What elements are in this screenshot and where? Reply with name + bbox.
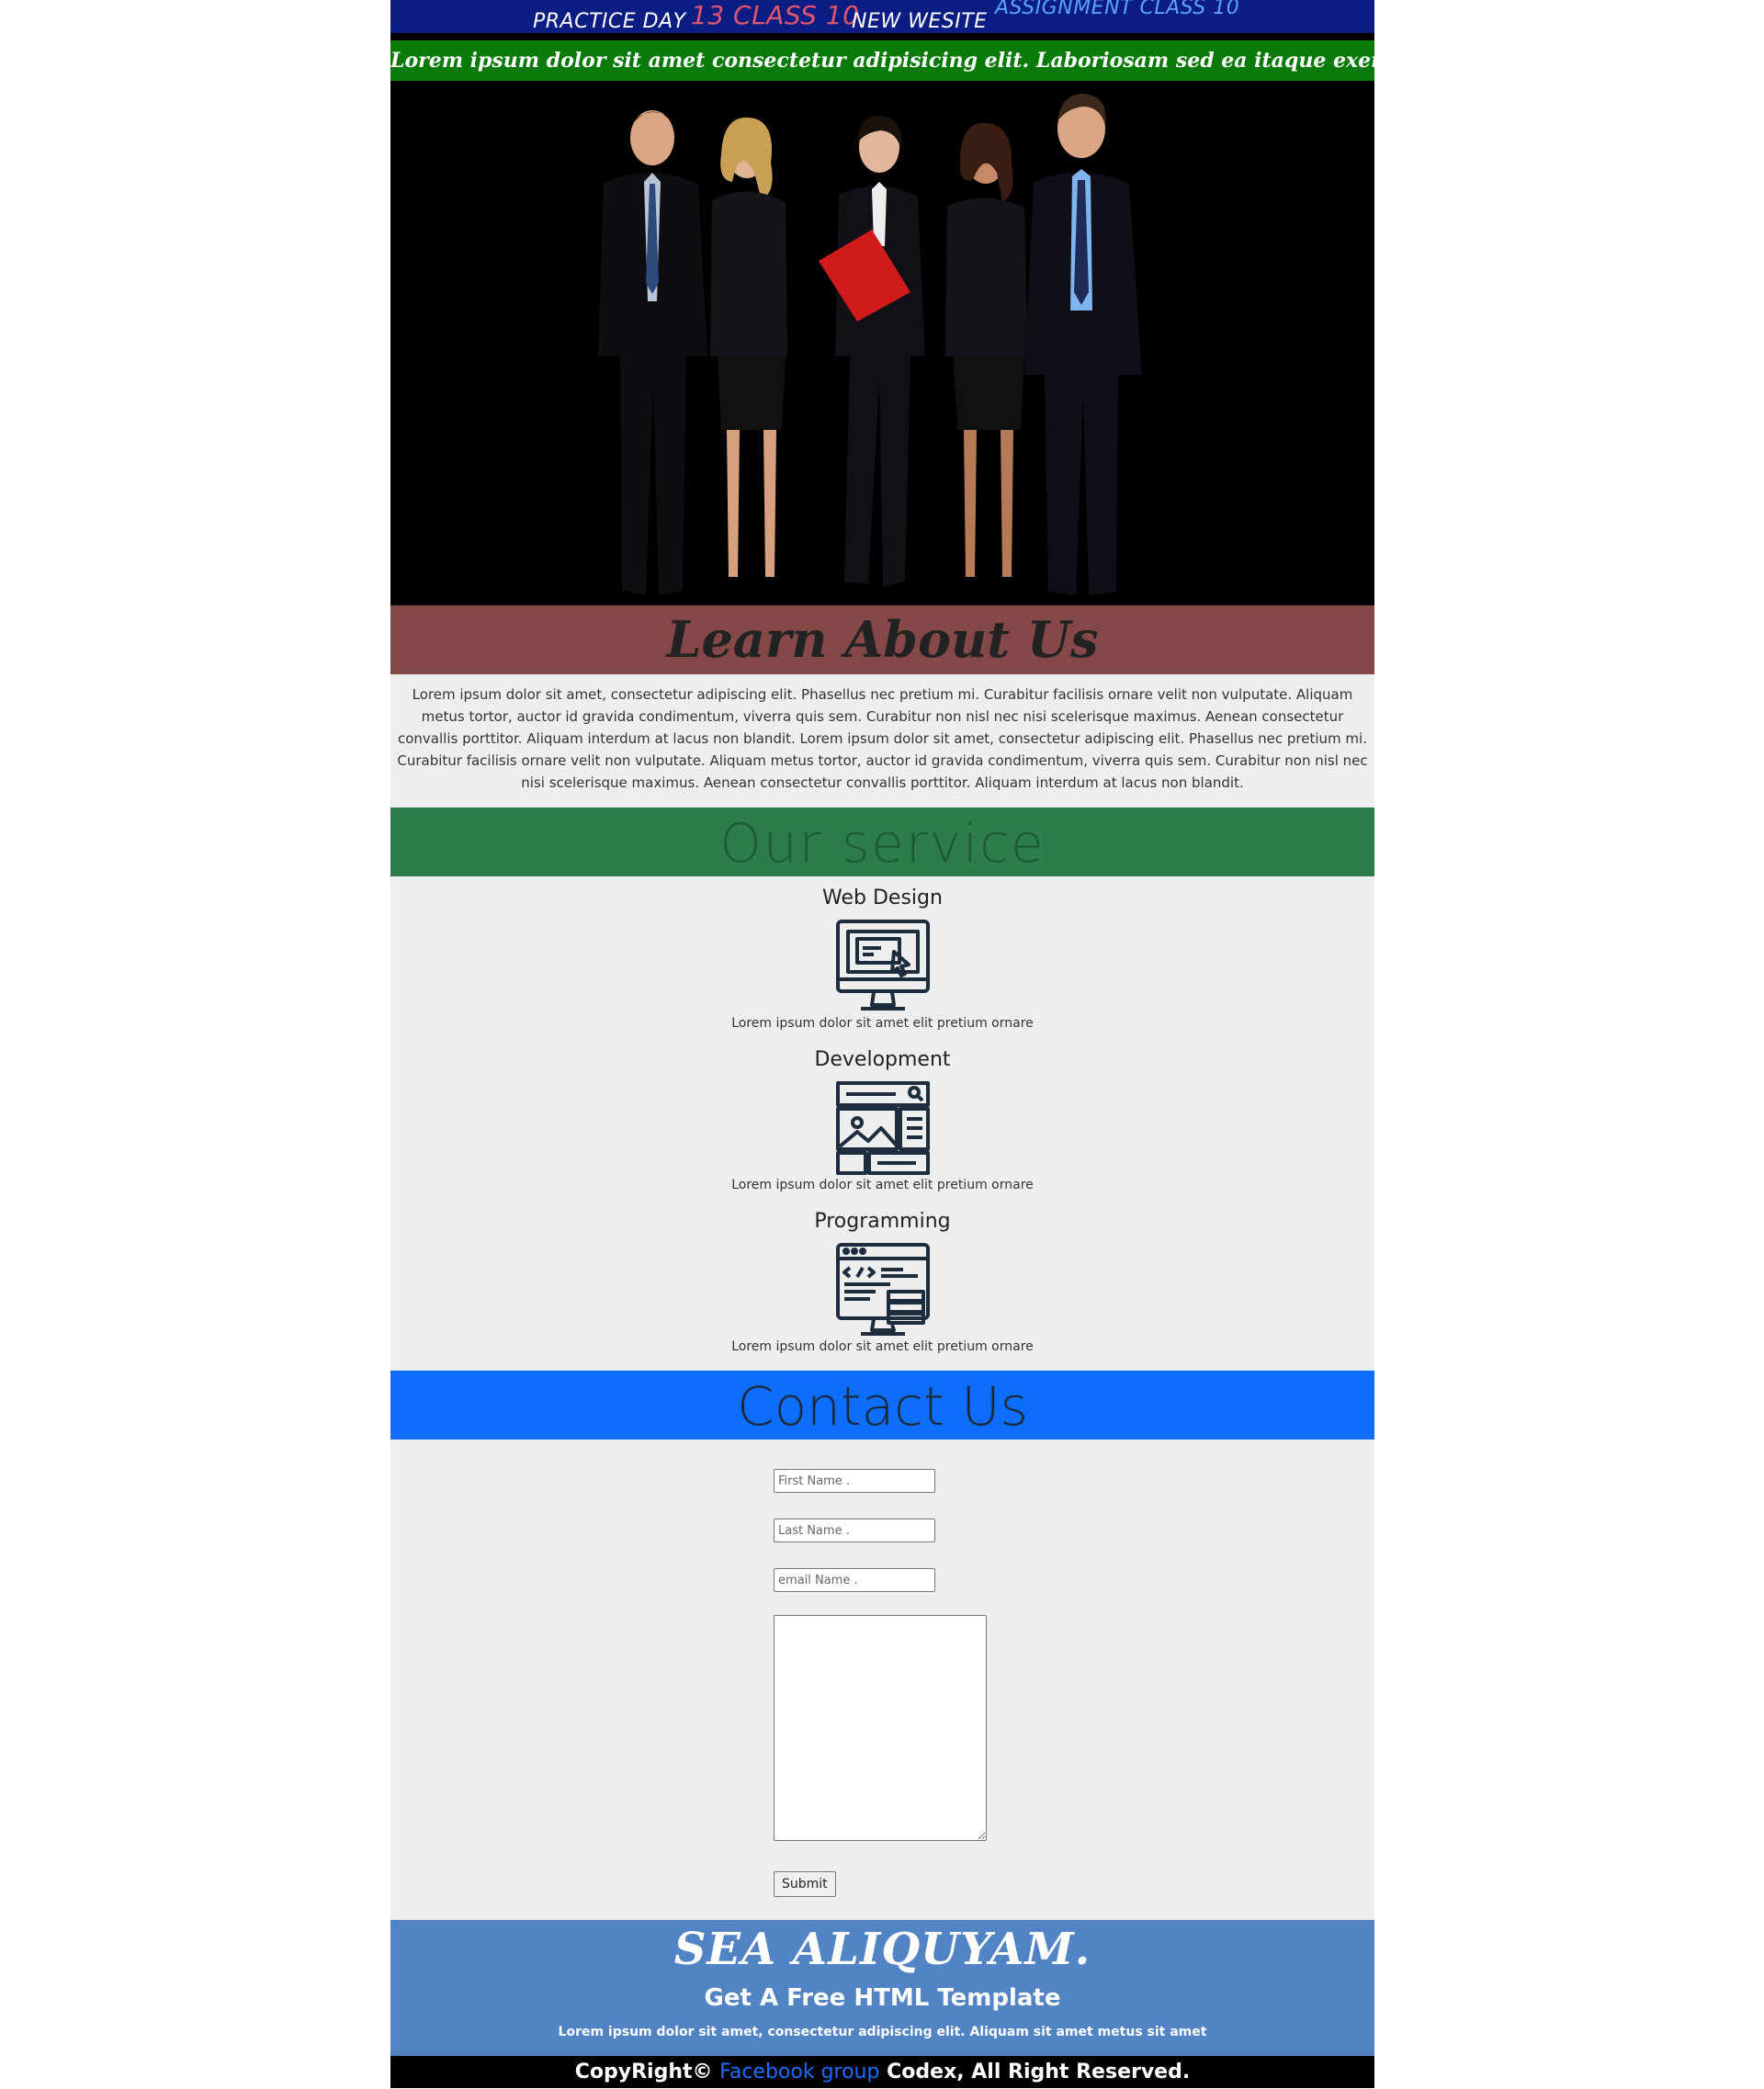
copyright-prefix: CopyRight© (574, 2061, 713, 2083)
service-title: Programming (814, 1210, 951, 1233)
service-item-web-design: Web Design Lorem ipsum dolor sit amet el… (390, 886, 1374, 1031)
person-figure (710, 117, 787, 577)
service-item-programming: Programming Lorem ipsum dolor sit amet e… (390, 1209, 1374, 1354)
person-figure (598, 110, 707, 595)
person-figure (819, 115, 925, 586)
header-text-assignment: ASSIGNMENT CLASS 10 (995, 0, 1240, 19)
footer-heading: Get A Free HTML Template (704, 1984, 1061, 2012)
submit-button[interactable]: Submit (774, 1871, 836, 1897)
footer-text: Lorem ipsum dolor sit amet, consectetur … (558, 2025, 1207, 2039)
email-input[interactable] (774, 1568, 935, 1592)
service-title: Web Design (822, 886, 943, 909)
contact-title: Contact Us (390, 1371, 1374, 1440)
copyright-suffix: Codex, All Right Reserved. (887, 2061, 1191, 2083)
about-paragraph: Lorem ipsum dolor sit amet, consectetur … (397, 686, 1368, 791)
services-title: Our service (390, 807, 1374, 876)
footer-brand: SEA ALIQUYAM. (673, 1924, 1091, 1975)
header-text-new-website: NEW WESITE (852, 10, 988, 33)
header-text-class: 13 CLASS 10 (691, 0, 860, 30)
tagline-bar: Lorem ipsum dolor sit amet consectetur a… (390, 40, 1518, 81)
hero-image (390, 81, 1374, 605)
monitor-web-design-icon (835, 920, 930, 1011)
service-description: Lorem ipsum dolor sit amet elit pretium … (731, 1339, 1034, 1354)
person-figure (945, 122, 1028, 577)
code-window-icon (835, 1243, 930, 1336)
last-name-input[interactable] (774, 1519, 935, 1542)
service-description: Lorem ipsum dolor sit amet elit pretium … (731, 1178, 1034, 1192)
service-item-development: Development Lorem ipsum dolor sit amet e… (390, 1047, 1374, 1192)
copyright-bar: CopyRight© Facebook group Codex, All Rig… (390, 2056, 1374, 2088)
header-divider (390, 33, 1374, 40)
facebook-group-link[interactable]: Facebook group (719, 2061, 879, 2083)
message-textarea[interactable] (774, 1615, 987, 1841)
service-description: Lorem ipsum dolor sit amet elit pretium … (731, 1016, 1034, 1031)
person-figure (1024, 94, 1142, 595)
layout-wireframe-icon (835, 1081, 930, 1175)
top-header-bar: PRACTICE DAY 13 CLASS 10 NEW WESITE ASSI… (390, 0, 1374, 33)
about-title: Learn About Us (390, 605, 1374, 674)
service-title: Development (814, 1048, 951, 1071)
first-name-input[interactable] (774, 1469, 935, 1493)
header-text-practice-day: PRACTICE DAY (533, 10, 686, 33)
page-container: PRACTICE DAY 13 CLASS 10 NEW WESITE ASSI… (390, 0, 1518, 2088)
footer: SEA ALIQUYAM. Get A Free HTML Template L… (390, 1920, 1374, 2056)
